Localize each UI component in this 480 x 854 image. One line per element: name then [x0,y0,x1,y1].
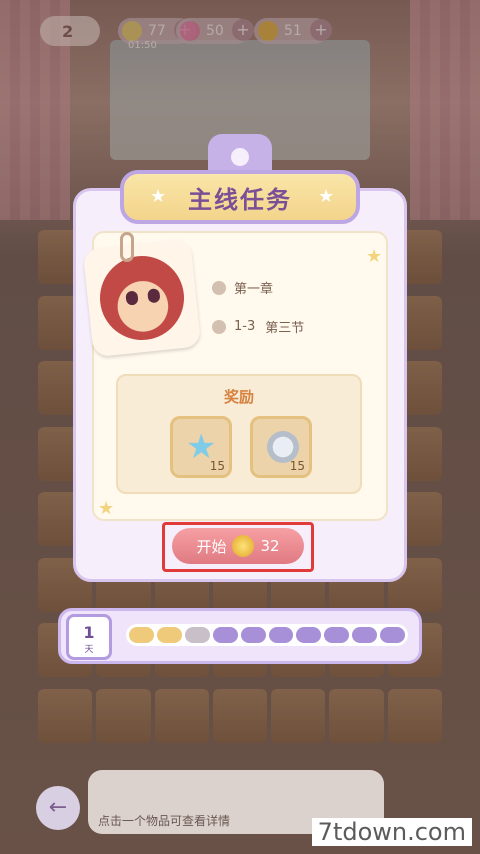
progress-segment [184,627,210,643]
progress-segment [324,627,350,643]
start-button[interactable]: 开始 32 [172,528,304,564]
reward-qty: 15 [209,459,225,473]
dialog-title: 主线任务 [188,185,292,214]
reward-card: 奖励 ★ 15 15 [116,374,362,494]
progress-segment [268,627,294,643]
paw-icon [212,319,226,334]
progress-segment [212,627,238,643]
reward-qty: 15 [289,459,305,473]
cat-avatar [95,251,189,345]
coin-icon [232,535,255,557]
reward-title: 奖励 [223,388,254,406]
chapter-label: 第一章 [234,282,274,297]
progress-segment [352,627,378,643]
quest-info: 第一章 1-3 第三节 [212,278,304,356]
progress-segment [380,627,406,643]
watermark: 7tdown.com [311,818,472,846]
star-decor-icon: ★ [150,186,167,207]
day-unit: 天 [84,645,94,655]
calendar-icon: 1 天 [66,614,112,660]
item-hint: 点击一个物品可查看详情 [98,814,231,828]
star-decor-icon: ★ [318,186,335,207]
progress-track [126,624,408,646]
reward-item-paw-coin[interactable]: 15 [250,416,312,478]
back-button[interactable]: ← [36,786,80,830]
section-name: 第三节 [265,321,305,336]
section-code: 1-3 [234,319,256,334]
start-cost: 32 [260,537,280,555]
paperclip-icon [120,232,134,262]
paw-icon [212,280,226,295]
progress-segment [156,627,182,643]
star-decor-icon: ★ [98,498,115,519]
progress-segment [129,627,154,643]
progress-segment [296,627,322,643]
star-decor-icon: ★ [366,246,383,267]
reward-item-star[interactable]: ★ 15 [170,416,232,478]
day-number: 1 [83,623,95,642]
character-portrait [82,238,202,358]
start-label: 开始 [196,537,227,556]
progress-segment [240,627,266,643]
